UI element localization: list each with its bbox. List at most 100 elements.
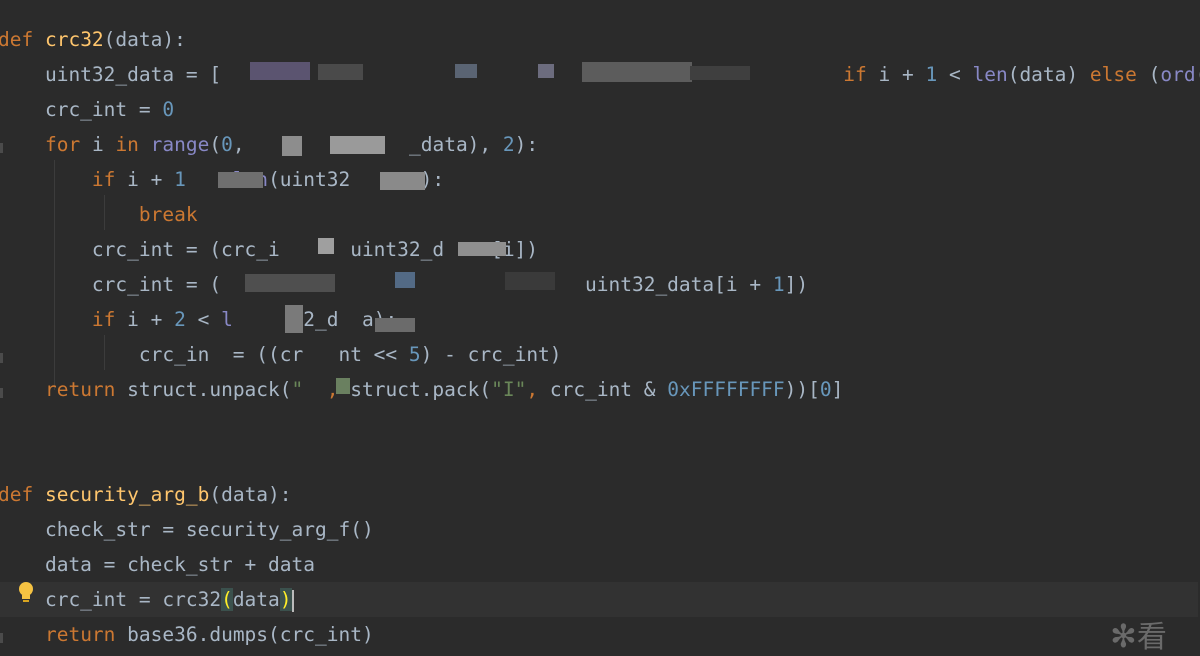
redaction-block [380,172,425,190]
redaction-block [505,272,555,290]
code-token: def [0,28,45,51]
code-token: 0 [162,98,175,121]
redaction-block [375,318,415,332]
code-token: (data [1196,63,1200,86]
code-token: uint32_data = [ [0,63,222,86]
code-line[interactable]: crc_in = ((cr nt << 5) - crc_int) [0,337,562,372]
matched-paren: ( [221,588,233,611]
code-line[interactable]: data = check_str + data [0,547,315,582]
code-token: data = check_str + data [0,553,315,576]
watermark: ✻看 [1110,616,1200,656]
fold-marker[interactable] [0,633,3,643]
code-token: "I" [491,378,527,401]
watermark-text: 看 [1136,620,1167,655]
code-token: i [80,133,116,156]
code-token: return [44,378,116,401]
code-token: security_arg_b [44,483,210,506]
code-token: check_str = security_arg_f() [0,518,374,541]
code-line[interactable]: crc_int = 0 [0,92,174,127]
code-line[interactable]: check_str = security_arg_f() [0,512,374,547]
code-token: 0 [819,378,832,401]
redaction-block [318,238,334,254]
redaction-block [538,64,554,78]
code-line[interactable]: return base36.dumps(crc_int) [0,617,374,652]
code-token: ( [209,133,222,156]
code-line[interactable]: break [0,197,198,232]
code-token: i + [115,168,175,191]
code-token: , [526,378,539,401]
code-token: (data) [1007,63,1090,86]
redaction-block [245,274,335,292]
code-token: l [221,308,292,331]
fold-marker[interactable] [0,353,3,363]
code-token: 2 [174,308,186,331]
code-token: crc_in = ((cr nt << [0,343,409,366]
code-token: 1 [174,168,186,191]
code-token: crc_int & [538,378,668,401]
redaction-block [582,62,692,82]
code-line[interactable]: crc_int = crc32(data) [0,582,1198,617]
code-token: ]) [784,273,809,296]
code-token: ord [1160,63,1196,86]
code-line[interactable]: def crc32(data): [0,22,186,57]
code-token: ] [831,378,844,401]
code-token: break [138,203,198,226]
code-token: crc32 [44,28,104,51]
snowflake-icon: ✻ [1110,617,1137,655]
redaction-block [282,136,302,156]
code-token: 1 [772,273,785,296]
code-editor[interactable]: def crc32(data): uint32_data = [ if i + … [0,0,1200,656]
fold-marker[interactable] [0,143,3,153]
code-token: if [91,168,116,191]
redaction-block [250,62,310,80]
redaction-block [395,272,415,288]
code-token: def [0,483,45,506]
code-line[interactable]: def security_arg_b(data): [0,477,292,512]
code-token: return [44,623,116,646]
code-token: ))[ [784,378,820,401]
code-token: 5 [408,343,421,366]
redaction-block [458,242,506,256]
code-token: i + [115,308,175,331]
code-token: if [91,308,116,331]
code-line[interactable]: for i in range(0, _data), 2): [0,127,538,162]
code-token: 2 [502,133,515,156]
code-token: < [937,63,973,86]
code-token: range [150,133,210,156]
code-token: (data): [103,28,186,51]
code-token: if [843,63,867,86]
code-token: 0 [221,133,233,156]
code-token: 0xFFFFFFFF [667,378,785,401]
code-token: in [115,133,139,156]
redaction-block [690,66,750,80]
code-token: else [1089,63,1137,86]
code-line[interactable]: if i + 2 < l 32_d a): [0,302,397,337]
text-cursor [291,589,294,612]
code-token: ): [514,133,539,156]
code-token: base36.dumps(crc_int) [115,623,374,646]
redaction-block [336,378,350,394]
redaction-block [330,136,385,154]
lightbulb-icon[interactable] [17,581,35,605]
code-token: , [232,133,257,156]
code-token: _data), [408,133,503,156]
code-token: crc_int = [0,98,163,121]
code-token: 1 [925,63,938,86]
code-token: struct.unpack( [115,378,292,401]
code-line[interactable]: return struct.unpack(" , struct.pack("I"… [0,372,843,407]
code-token: ( [1136,63,1161,86]
code-token: len [972,63,1008,86]
code-token: i + [866,63,926,86]
code-token: struct.pack( [338,378,492,401]
code-token: data [232,588,280,611]
matched-paren: ) [279,588,292,611]
code-token: < [185,308,222,331]
redaction-block [285,305,303,333]
fold-marker[interactable] [0,388,3,398]
